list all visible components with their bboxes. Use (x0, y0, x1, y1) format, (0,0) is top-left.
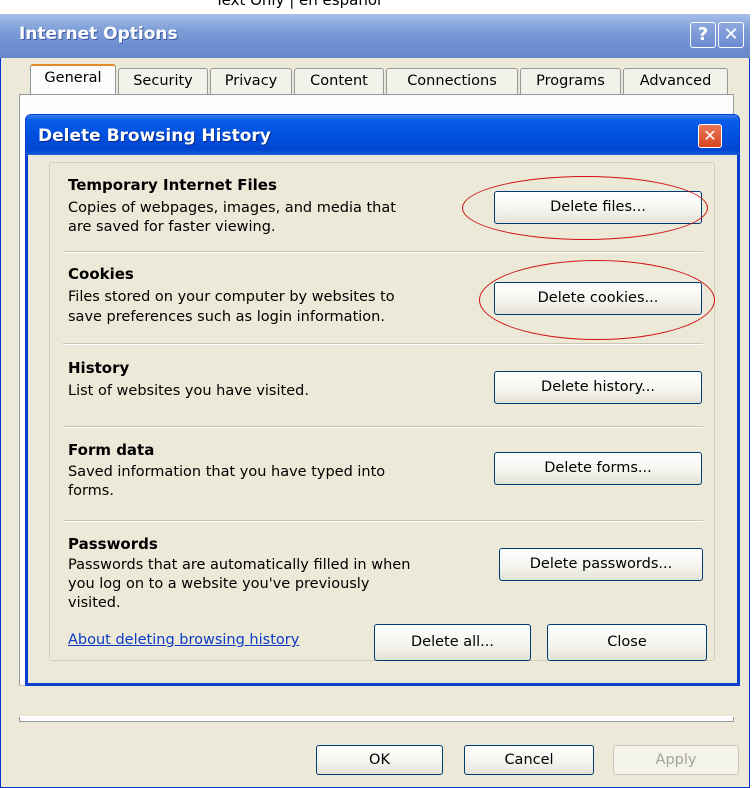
section-separator (63, 520, 703, 522)
section-desc-passwords-2: you log on to a website you've previousl… (68, 576, 370, 592)
section-desc-form-data-2: forms. (68, 483, 114, 499)
delete-forms-button[interactable]: Delete forms... (494, 452, 702, 485)
section-desc-passwords-3: visited. (68, 595, 121, 611)
section-desc-form-data-1: Saved information that you have typed in… (68, 464, 386, 480)
section-separator (63, 426, 703, 428)
dialog-close-icon[interactable]: ✕ (698, 124, 722, 148)
delete-passwords-button[interactable]: Delete passwords... (499, 548, 703, 581)
section-desc-temp-files-1: Copies of webpages, images, and media th… (68, 200, 396, 216)
section-title-passwords: Passwords (68, 535, 158, 553)
section-separator (63, 251, 703, 253)
section-title-cookies: Cookies (68, 265, 134, 283)
ok-button[interactable]: OK (316, 745, 443, 775)
section-title-form-data: Form data (68, 441, 155, 459)
section-desc-temp-files-2: are saved for faster viewing. (68, 219, 276, 235)
section-desc-passwords-1: Passwords that are automatically filled … (68, 557, 411, 573)
section-title-history: History (68, 359, 130, 377)
about-deleting-history-link[interactable]: About deleting browsing history (68, 632, 299, 648)
tab-security[interactable]: Security (118, 68, 208, 94)
tab-privacy[interactable]: Privacy (210, 68, 292, 94)
tab-advanced[interactable]: Advanced (623, 68, 728, 94)
help-button[interactable]: ? (690, 22, 716, 48)
tab-programs[interactable]: Programs (520, 68, 621, 94)
section-desc-cookies-2: save preferences such as login informati… (68, 309, 385, 325)
cancel-button[interactable]: Cancel (464, 745, 594, 775)
section-title-temp-files: Temporary Internet Files (68, 176, 277, 194)
tab-general[interactable]: General (30, 64, 116, 95)
delete-history-title: Delete Browsing History (38, 126, 271, 146)
apply-button[interactable]: Apply (613, 745, 739, 775)
highlight-ellipse-delete-files (462, 176, 708, 240)
tab-content[interactable]: Content (294, 68, 384, 94)
tab-connections[interactable]: Connections (386, 68, 518, 94)
internet-options-title: Internet Options (19, 24, 178, 44)
section-desc-history: List of websites you have visited. (68, 383, 309, 399)
delete-all-button[interactable]: Delete all... (374, 624, 531, 661)
section-separator (63, 343, 703, 345)
section-desc-cookies-1: Files stored on your computer by website… (68, 289, 395, 305)
dialog-close-button[interactable]: Close (547, 624, 707, 661)
panel-bottom-area (19, 685, 734, 717)
outer-close-button[interactable]: ✕ (718, 22, 744, 48)
highlight-ellipse-delete-cookies (479, 260, 715, 340)
browser-top-links: Text Only | en español (215, 0, 382, 9)
delete-history-button[interactable]: Delete history... (494, 371, 702, 404)
